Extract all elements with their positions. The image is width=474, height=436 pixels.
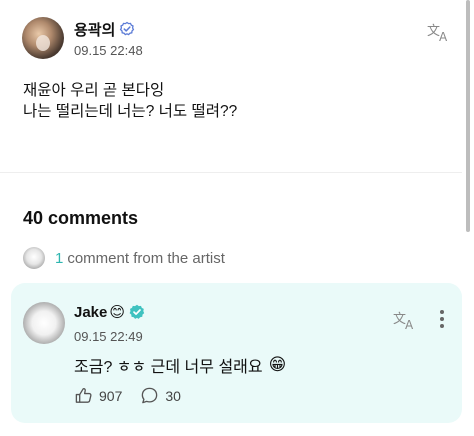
comment-author-row: Jake 😊 bbox=[74, 303, 145, 321]
comment-translate-icon[interactable]: 文 A bbox=[392, 309, 418, 332]
svg-text:A: A bbox=[405, 318, 414, 331]
comment-author-avatar[interactable] bbox=[23, 302, 65, 344]
comment-author-emoji: 😊 bbox=[109, 304, 126, 321]
comment-text-emoji: 😁 bbox=[268, 355, 287, 374]
scrollbar[interactable] bbox=[466, 0, 470, 232]
artist-comment-count: 1 bbox=[55, 249, 64, 267]
reply-button[interactable]: 30 bbox=[140, 386, 181, 405]
artist-comment-card: Jake 😊 09.15 22:49 조금? ㅎㅎ 근데 너무 설래요 😁 90… bbox=[11, 283, 462, 423]
like-count: 907 bbox=[99, 387, 123, 404]
svg-text:A: A bbox=[439, 30, 448, 43]
reply-icon bbox=[142, 387, 158, 404]
artist-avatar-small bbox=[23, 247, 45, 269]
comments-count: 40 comments bbox=[23, 208, 139, 228]
verified-outline-icon bbox=[120, 21, 135, 36]
like-button[interactable]: 907 bbox=[74, 386, 122, 405]
more-vertical-icon[interactable] bbox=[439, 310, 445, 330]
comment-actions: 907 30 bbox=[74, 386, 181, 405]
divider bbox=[0, 172, 462, 173]
post-header: 용곽의 09.15 22:48 bbox=[22, 17, 143, 59]
artist-comment-label: comment from the artist bbox=[67, 249, 225, 267]
verified-badge-icon bbox=[129, 304, 145, 319]
reply-count: 30 bbox=[165, 387, 181, 404]
post-body-line-2: 나는 떨리는데 너는? 너도 떨려?? bbox=[23, 103, 238, 120]
post-author-name[interactable]: 용곽의 bbox=[74, 19, 115, 40]
post-body-line-1: 재윤아 우리 곧 본다잉 bbox=[23, 82, 165, 99]
post-body: 재윤아 우리 곧 본다잉 나는 떨리는데 너는? 너도 떨려?? bbox=[23, 80, 237, 122]
translate-icon[interactable]: 文 A bbox=[426, 21, 452, 44]
post-author-row: 용곽의 bbox=[74, 19, 143, 40]
post-timestamp: 09.15 22:48 bbox=[74, 42, 143, 58]
like-icon bbox=[75, 388, 92, 403]
artist-comments-filter[interactable]: 1 comment from the artist bbox=[23, 247, 225, 269]
comment-author-name[interactable]: Jake bbox=[74, 304, 107, 321]
comment-timestamp: 09.15 22:49 bbox=[74, 329, 143, 344]
comment-text-row: 조금? ㅎㅎ 근데 너무 설래요 😁 bbox=[74, 353, 286, 377]
comment-text: 조금? ㅎㅎ 근데 너무 설래요 bbox=[74, 359, 263, 376]
post-author-block: 용곽의 09.15 22:48 bbox=[74, 19, 143, 58]
post-author-avatar[interactable] bbox=[22, 17, 64, 59]
